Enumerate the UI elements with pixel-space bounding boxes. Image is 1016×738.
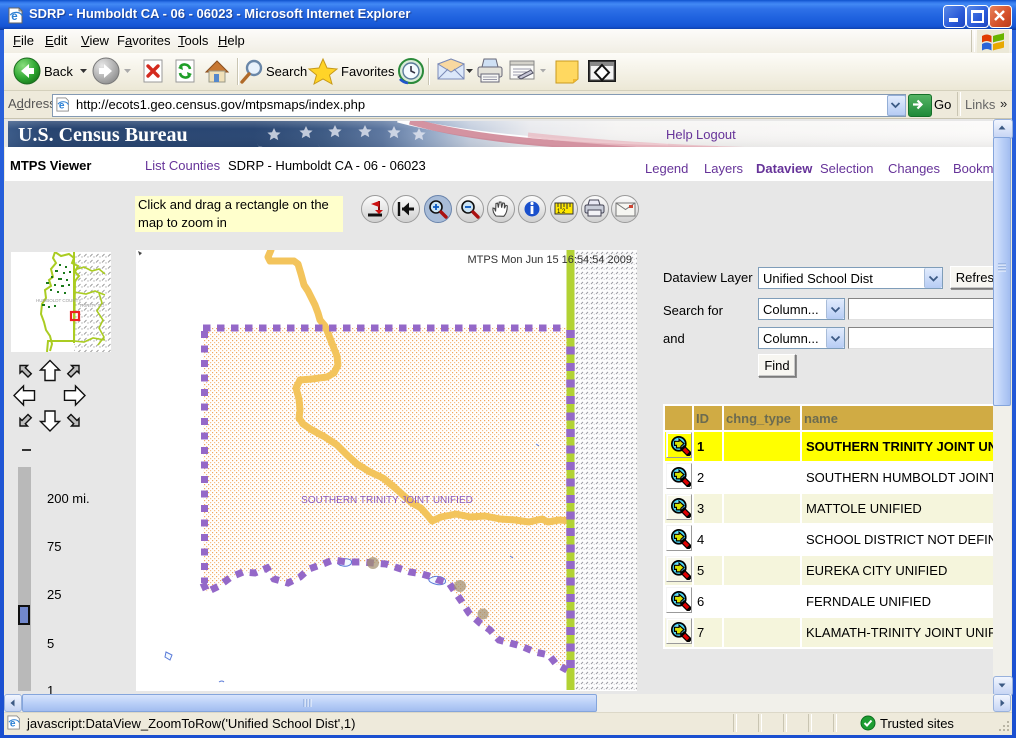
svg-text:MTPS Mon Jun 15 16:54:54 2009: MTPS Mon Jun 15 16:54:54 2009	[468, 254, 633, 266]
svg-text:U.S. Census Bureau: U.S. Census Bureau	[18, 124, 188, 146]
svg-text:Back: Back	[44, 64, 73, 79]
svg-text:TRINITY CO: TRINITY CO	[79, 303, 105, 308]
svg-text:Search: Search	[266, 64, 307, 79]
svg-text:1 2: 1 2	[557, 209, 566, 215]
svg-text:SOUTHERN TRINITY JOINT UNIFIED: SOUTHERN TRINITY JOINT UNIFIED	[301, 495, 473, 506]
svg-text:Favorites: Favorites	[341, 64, 395, 79]
svg-text:HUMBOLDT COUNTY: HUMBOLDT COUNTY	[36, 298, 81, 303]
